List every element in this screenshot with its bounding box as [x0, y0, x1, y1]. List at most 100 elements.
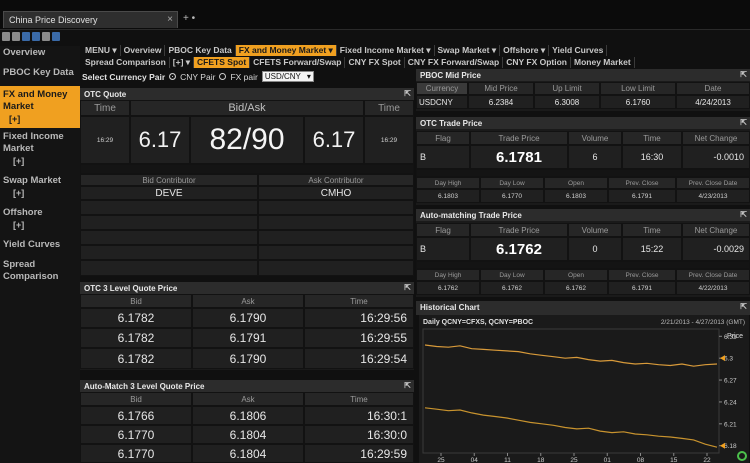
- settings-icon[interactable]: [42, 32, 50, 41]
- flag-header: Flag: [416, 223, 470, 237]
- currency-selector: Select Currency Pair CNY Pair FX pair US…: [82, 70, 314, 83]
- forward-icon[interactable]: [12, 32, 20, 41]
- ask-contributor: CMHO: [258, 186, 414, 200]
- sidebar-item-offshore[interactable]: Offshore [+]: [0, 206, 80, 232]
- panel-header: Auto-matching Trade Price ⇱: [416, 209, 750, 221]
- menu-item-money-market[interactable]: Money Market: [571, 57, 635, 68]
- menu-item-pboc[interactable]: PBOC Key Data: [165, 45, 236, 56]
- menu-item-cfets-spot[interactable]: CFETS Spot: [194, 57, 251, 68]
- menu-item-cny-spot[interactable]: CNY FX Spot: [345, 57, 405, 68]
- sidebar-item-fixed-income[interactable]: Fixed Income Market [+]: [0, 130, 80, 168]
- sidebar-item-spread-comparison[interactable]: Spread Comparison: [0, 258, 80, 284]
- menu-item-fx-money[interactable]: FX and Money Market ▾: [235, 45, 337, 56]
- popout-icon[interactable]: ⇱: [740, 70, 747, 79]
- panel-header: OTC Trade Price ⇱: [416, 117, 750, 129]
- menu-item-more[interactable]: [+] ▾: [170, 57, 195, 68]
- time-header-right: Time: [364, 100, 414, 116]
- ask-big-figure: 6.17: [304, 116, 364, 164]
- sidebar-item-fx-money-market[interactable]: FX and Money Market [+]: [0, 86, 80, 128]
- empty-row: [258, 215, 414, 230]
- expand-toggle[interactable]: [+]: [3, 219, 77, 231]
- save-icon[interactable]: [22, 32, 30, 41]
- empty-row: [80, 200, 258, 215]
- menu-item-cny-option[interactable]: CNY FX Option: [503, 57, 571, 68]
- menu-item-swap[interactable]: Swap Market ▾: [435, 45, 501, 56]
- table-cell: 6.3008: [534, 95, 600, 109]
- close-icon[interactable]: ×: [167, 14, 173, 25]
- sidebar-item-label: FX and Money Market: [3, 89, 68, 112]
- title-bar: China Price Discovery × + •: [0, 0, 750, 30]
- sidebar-item-swap-market[interactable]: Swap Market [+]: [0, 174, 80, 200]
- menu-item-cny-fwd[interactable]: CNY FX Forward/Swap: [405, 57, 504, 68]
- cny-pair-radio[interactable]: [169, 73, 177, 80]
- sidebar-item-pboc-key-data[interactable]: PBOC Key Data: [0, 66, 80, 80]
- table-cell: 6.1790: [192, 348, 304, 369]
- prev-close-date-header: Prev. Close Date: [676, 177, 750, 189]
- quote-time-right: 16:29: [364, 116, 414, 164]
- volume-header: Volume: [568, 223, 622, 237]
- popout-icon[interactable]: ⇱: [404, 283, 411, 292]
- sidebar-item-yield-curves[interactable]: Yield Curves: [0, 238, 80, 252]
- trade-price-header: Trade Price: [470, 223, 568, 237]
- table-cell: 6.1806: [192, 406, 304, 425]
- fx-pair-radio[interactable]: [219, 73, 227, 80]
- panel-title: OTC Quote: [84, 90, 127, 99]
- help-icon[interactable]: [52, 32, 60, 41]
- bid-big-figure: 6.17: [130, 116, 190, 164]
- toolbar: [0, 32, 80, 44]
- menu-item-cfets-fwd[interactable]: CFETS Forward/Swap: [250, 57, 346, 68]
- popout-icon[interactable]: ⇱: [740, 302, 747, 311]
- chevron-down-icon: ▾: [306, 72, 311, 81]
- x-tick-label: 04: [471, 457, 479, 463]
- table-cell: 4/22/2013: [676, 281, 750, 295]
- menu-item-fixed-income[interactable]: Fixed Income Market ▾: [337, 45, 435, 56]
- menu-item-menu[interactable]: MENU ▾: [82, 45, 121, 56]
- popout-icon[interactable]: ⇱: [740, 210, 747, 219]
- table-cell: 6.1770: [480, 189, 544, 203]
- print-icon[interactable]: [32, 32, 40, 41]
- popout-icon[interactable]: ⇱: [404, 89, 411, 98]
- empty-row: [80, 230, 258, 245]
- refresh-icon[interactable]: [737, 451, 747, 461]
- new-tab-icon[interactable]: + •: [183, 13, 195, 24]
- otc-trade-panel: OTC Trade Price ⇱ Flag Trade Price Volume…: [416, 117, 750, 205]
- expand-toggle[interactable]: [+]: [3, 113, 77, 125]
- day-low-header: Day Low: [480, 177, 544, 189]
- popout-icon[interactable]: ⇱: [740, 118, 747, 127]
- y-tick-label: 6.27: [724, 378, 737, 385]
- panel-header: Auto-Match 3 Level Quote Price ⇱: [80, 380, 414, 392]
- table-cell: 6.1762: [544, 281, 608, 295]
- menu-item-spread[interactable]: Spread Comparison: [82, 57, 170, 68]
- tab-title: China Price Discovery: [9, 15, 98, 25]
- table-cell: 6.1782: [80, 308, 192, 328]
- trade-price-header: Trade Price: [470, 131, 568, 145]
- menu-item-offshore[interactable]: Offshore ▾: [500, 45, 550, 56]
- currency-pair-select[interactable]: USD/CNY ▾: [261, 71, 314, 82]
- table-cell: 6.1791: [192, 328, 304, 348]
- back-icon[interactable]: [2, 32, 10, 41]
- menu-item-overview[interactable]: Overview: [121, 45, 166, 56]
- time-header: Time: [304, 392, 414, 406]
- menu-item-yield-curves[interactable]: Yield Curves: [549, 45, 608, 56]
- up-limit-header: Up Limit: [534, 82, 600, 95]
- time-header: Time: [304, 294, 414, 308]
- sidebar: Overview PBOC Key Data FX and Money Mark…: [0, 46, 80, 463]
- table-cell: 6.1762: [480, 281, 544, 295]
- empty-row: [80, 215, 258, 230]
- table-cell: 6.1770: [80, 444, 192, 463]
- x-tick-label: 11: [504, 457, 511, 463]
- table-cell: 6.1803: [544, 189, 608, 203]
- empty-row: [258, 245, 414, 260]
- popout-icon[interactable]: ⇱: [404, 381, 411, 390]
- historical-chart-svg: Daily QCNY=CFXS, QCNY=PBOC 2/21/2013 - 4…: [419, 315, 749, 463]
- panel-title: Historical Chart: [420, 303, 480, 312]
- window-tab[interactable]: China Price Discovery ×: [3, 11, 178, 28]
- expand-toggle[interactable]: [+]: [3, 187, 77, 199]
- menu-row-1: MENU ▾ Overview PBOC Key Data FX and Mon…: [82, 45, 608, 56]
- bid-contributor-header: Bid Contributor: [80, 174, 258, 186]
- sidebar-item-overview[interactable]: Overview: [0, 46, 80, 60]
- table-cell: 6.1760: [600, 95, 676, 109]
- auto3-panel: Auto-Match 3 Level Quote Price ⇱ Bid Ask …: [80, 380, 414, 463]
- expand-toggle[interactable]: [+]: [3, 155, 77, 167]
- y-tick-label: 6.18: [724, 443, 737, 450]
